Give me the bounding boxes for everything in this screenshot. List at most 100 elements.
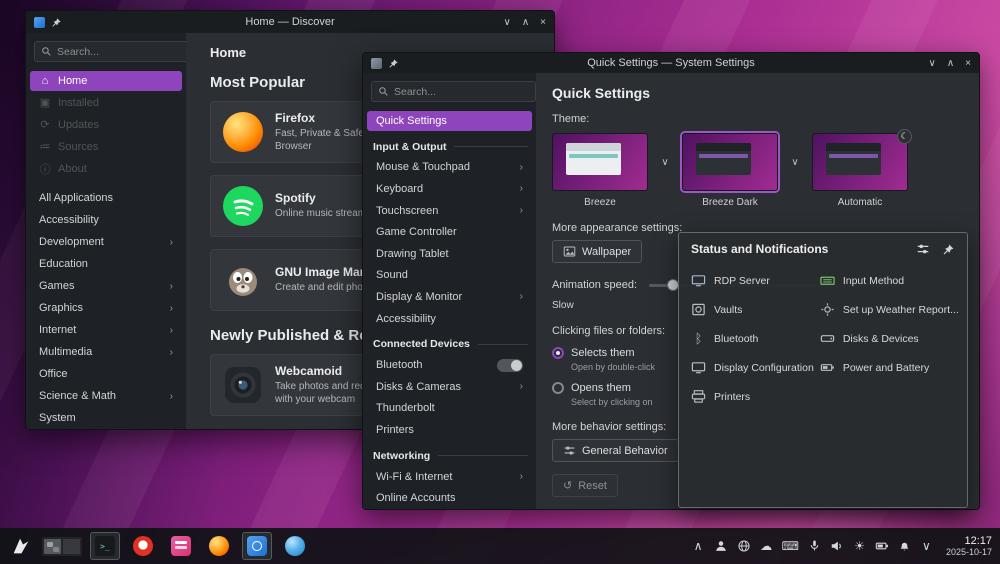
theme-variant-chevron[interactable]: ∨ xyxy=(788,157,802,168)
sidebar-item-about[interactable]: ⓘ About xyxy=(30,159,182,179)
discover-category-graphics[interactable]: Graphics › xyxy=(30,298,182,318)
wallpaper-button[interactable]: Wallpaper xyxy=(552,240,643,263)
battery-tray-button[interactable] xyxy=(875,538,889,554)
sidebar-item-updates[interactable]: ⟳ Updates xyxy=(30,115,182,135)
discover-titlebar[interactable]: Home — Discover ∨ ∧ × xyxy=(26,11,554,33)
tray-item-disks-devices[interactable]: Disks & Devices xyxy=(820,324,959,353)
display-configuration-icon xyxy=(691,362,706,374)
tray-overflow-button[interactable]: ∨ xyxy=(920,538,933,554)
home-icon: ⌂ xyxy=(41,74,49,87)
discover-category-science-math[interactable]: Science & Math › xyxy=(30,386,182,406)
discover-search[interactable] xyxy=(34,41,186,62)
keyboard-tray-button[interactable]: ⌨ xyxy=(782,538,799,554)
discover-category-accessibility[interactable]: Accessibility xyxy=(30,210,182,230)
settings-nav-quick-settings[interactable]: Quick Settings xyxy=(367,111,532,131)
digital-clock[interactable]: 12:17 2025-10-17 xyxy=(946,535,992,558)
theme-preview-breeze-dark[interactable] xyxy=(682,133,778,191)
brightness-tray-button[interactable]: ☀ xyxy=(853,538,866,554)
discover-category-education[interactable]: Education xyxy=(30,254,182,274)
pin-icon[interactable] xyxy=(388,58,399,69)
network-tray-button[interactable] xyxy=(737,538,751,554)
close-button[interactable]: × xyxy=(540,17,546,28)
pager-desktop-1[interactable] xyxy=(44,538,61,554)
settings-nav-drawing-tablet[interactable]: Drawing Tablet xyxy=(367,244,532,264)
configure-icon[interactable] xyxy=(916,242,930,256)
discover-category-all-applications[interactable]: All Applications xyxy=(30,188,182,208)
sidebar-item-installed[interactable]: ▣ Installed xyxy=(30,93,182,113)
tray-item-bluetooth[interactable]: ᛒ Bluetooth xyxy=(691,324,814,353)
pin-icon[interactable] xyxy=(51,17,62,28)
discover-category-games[interactable]: Games › xyxy=(30,276,182,296)
task-browser[interactable] xyxy=(280,532,310,560)
pin-icon[interactable] xyxy=(942,243,955,256)
settings-nav-thunderbolt[interactable]: Thunderbolt xyxy=(367,399,532,419)
settings-nav-accessibility[interactable]: Accessibility xyxy=(367,309,532,329)
sidebar-item-home[interactable]: ⌂ Home xyxy=(30,71,182,91)
tray-item-rdp-server[interactable]: RDP Server xyxy=(691,266,814,295)
pager-desktop-2[interactable] xyxy=(63,538,80,554)
sidebar-item-label: About xyxy=(58,162,87,175)
maximize-button[interactable]: ∧ xyxy=(947,58,954,69)
sidebar-item-sources[interactable]: ≔ Sources xyxy=(30,137,182,157)
settings-nav-online-accounts[interactable]: Online Accounts xyxy=(367,488,532,508)
tray-item-input-method[interactable]: Input Method xyxy=(820,266,959,295)
application-launcher-button[interactable] xyxy=(8,533,34,559)
settings-nav-mouse-touchpad[interactable]: Mouse & Touchpad › xyxy=(367,158,532,178)
taskbar: >_ ∧ ☁ ⌨ ☀ ∨ 12:17 2025-10-17 xyxy=(0,528,1000,564)
user-tray-button[interactable] xyxy=(714,538,728,554)
cloud-tray-button[interactable]: ☁ xyxy=(760,538,773,554)
settings-titlebar[interactable]: Quick Settings — System Settings ∨ ∧ × xyxy=(363,53,979,73)
discover-category-multimedia[interactable]: Multimedia › xyxy=(30,342,182,362)
settings-nav-touchscreen[interactable]: Touchscreen › xyxy=(367,201,532,221)
general-behavior-button[interactable]: General Behavior xyxy=(552,439,679,462)
settings-nav-sound[interactable]: Sound xyxy=(367,266,532,286)
radio-checked-icon[interactable] xyxy=(552,347,564,359)
settings-nav-game-controller[interactable]: Game Controller xyxy=(367,222,532,242)
theme-option-breeze-dark[interactable]: Breeze Dark xyxy=(682,133,778,208)
settings-nav-wifi-internet[interactable]: Wi-Fi & Internet › xyxy=(367,467,532,487)
settings-nav-display-monitor[interactable]: Display & Monitor › xyxy=(367,287,532,307)
notifications-tray-button[interactable] xyxy=(898,538,911,554)
tray-item-label: Display Configuration xyxy=(714,361,814,374)
bluetooth-toggle[interactable] xyxy=(497,358,523,372)
radio-unchecked-icon[interactable] xyxy=(552,382,564,394)
volume-tray-button[interactable] xyxy=(830,538,844,554)
minimize-button[interactable]: ∨ xyxy=(504,17,511,28)
tray-item-weather[interactable]: Set up Weather Report... xyxy=(820,295,959,324)
theme-variant-chevron[interactable]: ∨ xyxy=(658,157,672,168)
discover-category-system[interactable]: System xyxy=(30,408,182,428)
task-firefox[interactable] xyxy=(204,532,234,560)
settings-nav-bluetooth[interactable]: Bluetooth xyxy=(367,355,532,375)
discover-category-development[interactable]: Development › xyxy=(30,232,182,252)
tray-item-display-configuration[interactable]: Display Configuration xyxy=(691,353,814,382)
tray-expand-button[interactable]: ∧ xyxy=(692,538,705,554)
nav-label: Accessibility xyxy=(376,312,436,325)
settings-nav-printers[interactable]: Printers xyxy=(367,420,532,440)
minimize-button[interactable]: ∨ xyxy=(929,58,936,69)
settings-search[interactable] xyxy=(371,81,536,102)
task-media-app[interactable] xyxy=(128,532,158,560)
theme-name: Breeze xyxy=(584,197,616,208)
discover-category-office[interactable]: Office xyxy=(30,364,182,384)
settings-nav-keyboard[interactable]: Keyboard › xyxy=(367,179,532,199)
discover-category-internet[interactable]: Internet › xyxy=(30,320,182,340)
maximize-button[interactable]: ∧ xyxy=(522,17,529,28)
microphone-tray-button[interactable] xyxy=(808,538,821,554)
search-input[interactable] xyxy=(394,85,529,98)
settings-nav-disks-cameras[interactable]: Disks & Cameras › xyxy=(367,377,532,397)
theme-option-automatic[interactable]: ☾ Automatic xyxy=(812,129,912,208)
task-terminal[interactable]: >_ xyxy=(90,532,120,560)
reset-button[interactable]: ↺ Reset xyxy=(552,474,618,497)
task-pink-app[interactable] xyxy=(166,532,196,560)
tray-item-printers[interactable]: Printers xyxy=(691,382,814,411)
wallpaper-icon xyxy=(563,246,576,257)
tray-item-vaults[interactable]: Vaults xyxy=(691,295,814,324)
close-button[interactable]: × xyxy=(965,58,971,69)
task-discover[interactable] xyxy=(242,532,272,560)
theme-option-breeze[interactable]: Breeze xyxy=(552,133,648,208)
theme-preview-breeze[interactable] xyxy=(552,133,648,191)
tray-item-power-battery[interactable]: Power and Battery xyxy=(820,353,959,382)
sidebar-item-label: Installed xyxy=(58,96,99,109)
theme-preview-automatic[interactable]: ☾ xyxy=(812,129,912,191)
search-input[interactable] xyxy=(57,45,186,58)
